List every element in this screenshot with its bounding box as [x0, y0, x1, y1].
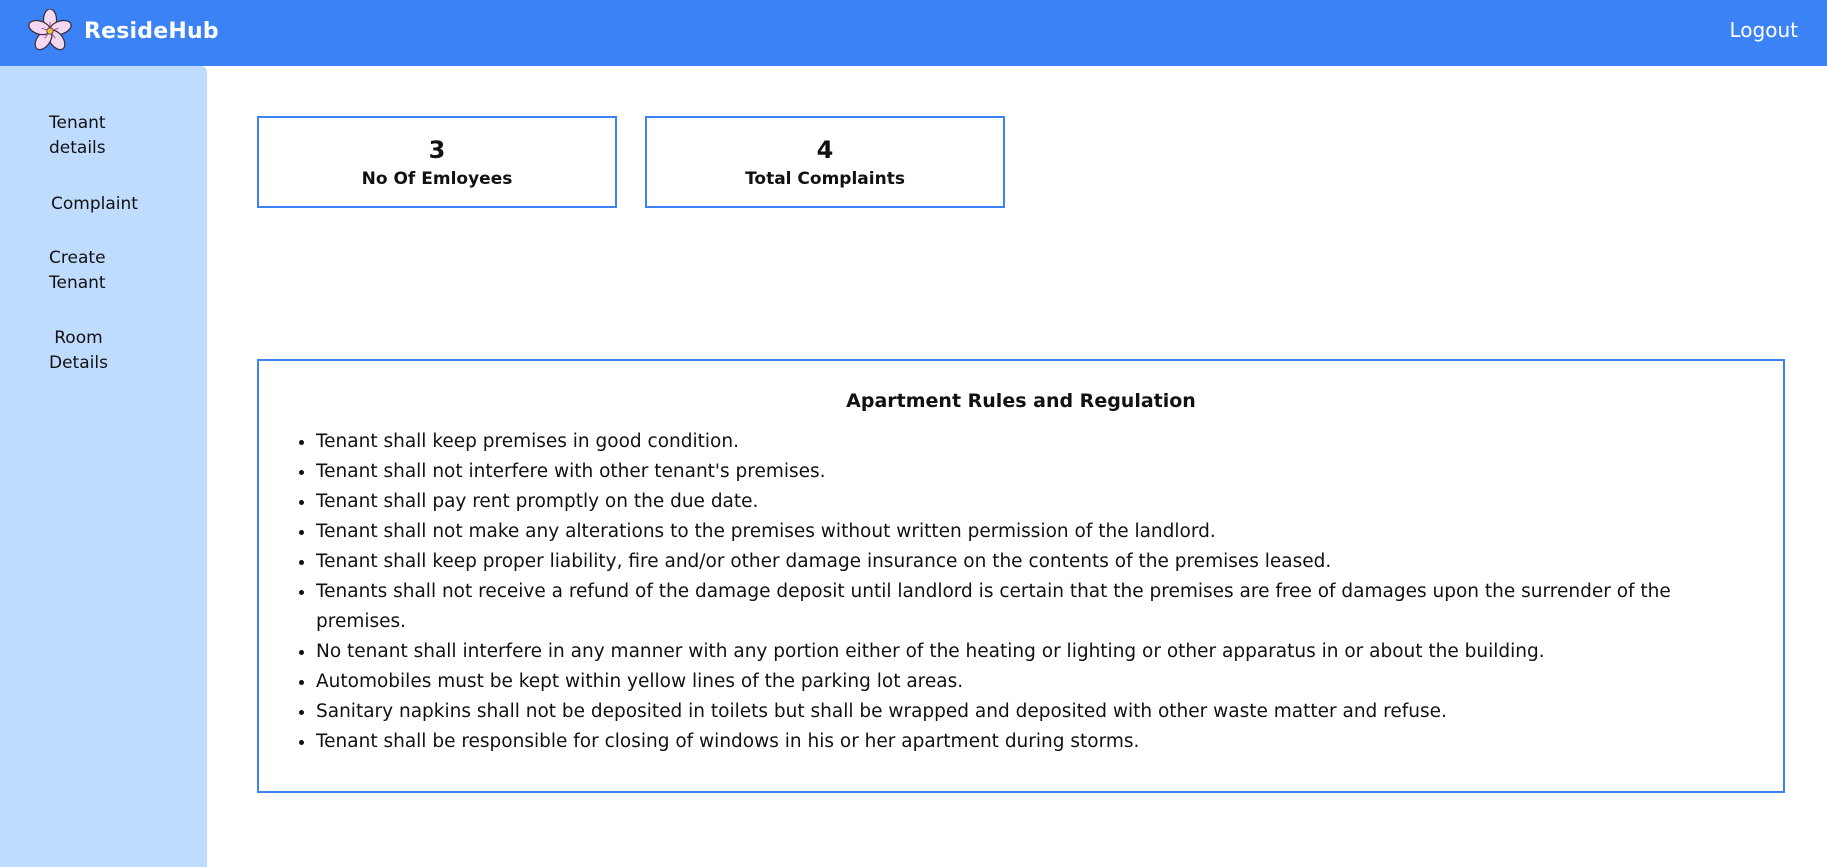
- sidebar-item-create-tenant[interactable]: Create Tenant: [49, 246, 106, 296]
- rules-list: Tenant shall keep premises in good condi…: [296, 427, 1736, 757]
- logout-link[interactable]: Logout: [1730, 18, 1798, 42]
- complaints-stat-card: 4 Total Complaints: [645, 116, 1005, 208]
- sidebar-item-label-line2: Tenant: [49, 273, 106, 293]
- rule-item: No tenant shall interfere in any manner …: [316, 637, 1736, 667]
- employees-label: No Of Emloyees: [361, 169, 513, 189]
- rule-item: Tenant shall keep proper liability, fire…: [316, 547, 1736, 577]
- sidebar: Tenant details Complaint Create Tenant R…: [0, 66, 207, 867]
- sidebar-item-room-details[interactable]: Room Details: [49, 326, 108, 376]
- sidebar-item-label-line1: Create: [49, 248, 106, 268]
- brand[interactable]: ResideHub: [28, 9, 219, 53]
- sidebar-item-tenant-details[interactable]: Tenant details: [49, 111, 106, 161]
- sidebar-item-complaint[interactable]: Complaint: [51, 192, 138, 217]
- rule-item: Sanitary napkins shall not be deposited …: [316, 697, 1736, 727]
- rule-item: Tenant shall not make any alterations to…: [316, 517, 1736, 547]
- complaints-label: Total Complaints: [745, 169, 905, 189]
- brand-name: ResideHub: [84, 18, 219, 44]
- sidebar-item-label-line1: Complaint: [51, 194, 138, 214]
- rule-item: Tenants shall not receive a refund of th…: [316, 577, 1736, 637]
- sidebar-item-label-line1: Room: [54, 328, 103, 348]
- rules-panel: Apartment Rules and Regulation Tenant sh…: [257, 359, 1785, 793]
- sidebar-item-label-line2: details: [49, 138, 106, 158]
- rule-item: Tenant shall be responsible for closing …: [316, 727, 1736, 757]
- sidebar-item-label-line2: Details: [49, 353, 108, 373]
- sidebar-item-label-line1: Tenant: [49, 113, 106, 133]
- complaints-count: 4: [816, 136, 834, 164]
- rule-item: Tenant shall not interfere with other te…: [316, 457, 1736, 487]
- rule-item: Tenant shall pay rent promptly on the du…: [316, 487, 1736, 517]
- rules-title: Apartment Rules and Regulation: [846, 390, 1196, 412]
- top-navbar: ResideHub Logout: [0, 0, 1827, 66]
- employees-count: 3: [428, 136, 446, 164]
- rule-item: Automobiles must be kept within yellow l…: [316, 667, 1736, 697]
- flower-logo-icon: [28, 9, 72, 51]
- rule-item: Tenant shall keep premises in good condi…: [316, 427, 1736, 457]
- employees-stat-card: 3 No Of Emloyees: [257, 116, 617, 208]
